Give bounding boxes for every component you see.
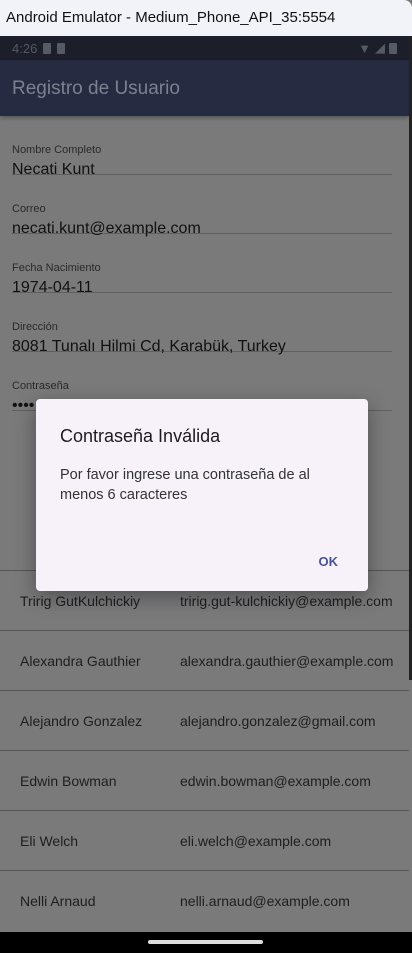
home-gesture-handle[interactable] <box>148 940 263 944</box>
user-email: eli.welch@example.com <box>180 832 332 849</box>
user-email: alexandra.gauthier@example.com <box>180 652 394 669</box>
email-field[interactable]: Correo necati.kunt@example.com <box>12 175 392 237</box>
address-field[interactable]: Dirección 8081 Tunalı Hilmi Cd, Karabük, … <box>12 293 392 355</box>
user-name: Nelli Arnaud <box>20 892 96 909</box>
status-bar: 4:26 ▼ ◢ <box>0 36 409 60</box>
navigation-bar <box>0 932 412 953</box>
user-email: nelli.arnaud@example.com <box>180 892 350 909</box>
table-row[interactable]: Nelli Arnaud nelli.arnaud@example.com <box>0 870 409 930</box>
name-field[interactable]: Nombre Completo Necati Kunt <box>12 116 392 178</box>
user-name: Edwin Bowman <box>20 772 117 789</box>
user-email: tririg.gut-kulchickiy@example.com <box>180 592 393 609</box>
window-title-bar: Android Emulator - Medium_Phone_API_35:5… <box>0 0 412 36</box>
dialog-title: Contraseña Inválida <box>60 426 221 446</box>
table-row[interactable]: Edwin Bowman edwin.bowman@example.com <box>0 750 409 810</box>
users-table: Tririg GutKulchickiy tririg.gut-kulchicki… <box>0 570 409 930</box>
ok-button[interactable]: OK <box>319 554 339 569</box>
invalid-password-dialog: Contraseña Inválida Por favor ingrese un… <box>36 399 368 591</box>
field-label: Contraseña <box>12 380 69 392</box>
status-time: 4:26 <box>12 40 38 56</box>
notification-icon <box>57 42 66 54</box>
sim-icon <box>43 42 52 54</box>
dialog-message: Por favor ingrese una contraseña de al m… <box>60 467 310 503</box>
user-name: Tririg GutKulchickiy <box>20 592 141 609</box>
table-row[interactable]: Alejandro Gonzalez alejandro.gonzalez@gma… <box>0 690 409 750</box>
user-email: alejandro.gonzalez@gmail.com <box>180 712 376 729</box>
field-label: Nombre Completo <box>12 144 102 156</box>
wifi-icon: ▼ <box>358 40 371 56</box>
page-title: Registro de Usuario <box>12 78 180 99</box>
user-email: edwin.bowman@example.com <box>180 772 371 789</box>
field-value: •••• <box>12 397 35 414</box>
window-title: Android Emulator - Medium_Phone_API_35:5… <box>6 9 336 26</box>
field-label: Dirección <box>12 321 58 333</box>
user-name: Alejandro Gonzalez <box>20 712 143 729</box>
table-row[interactable]: Eli Welch eli.welch@example.com <box>0 810 409 870</box>
app-bar: Registro de Usuario <box>0 60 409 116</box>
field-label: Fecha Nacimiento <box>12 262 101 274</box>
field-label: Correo <box>12 203 46 215</box>
signal-icon: ◢ <box>375 40 385 55</box>
battery-icon <box>389 42 397 54</box>
user-name: Eli Welch <box>20 832 79 849</box>
user-name: Alexandra Gauthier <box>20 652 141 669</box>
table-row[interactable]: Alexandra Gauthier alexandra.gauthier@exa… <box>0 630 409 690</box>
birthdate-field[interactable]: Fecha Nacimiento 1974-04-11 <box>12 234 392 296</box>
